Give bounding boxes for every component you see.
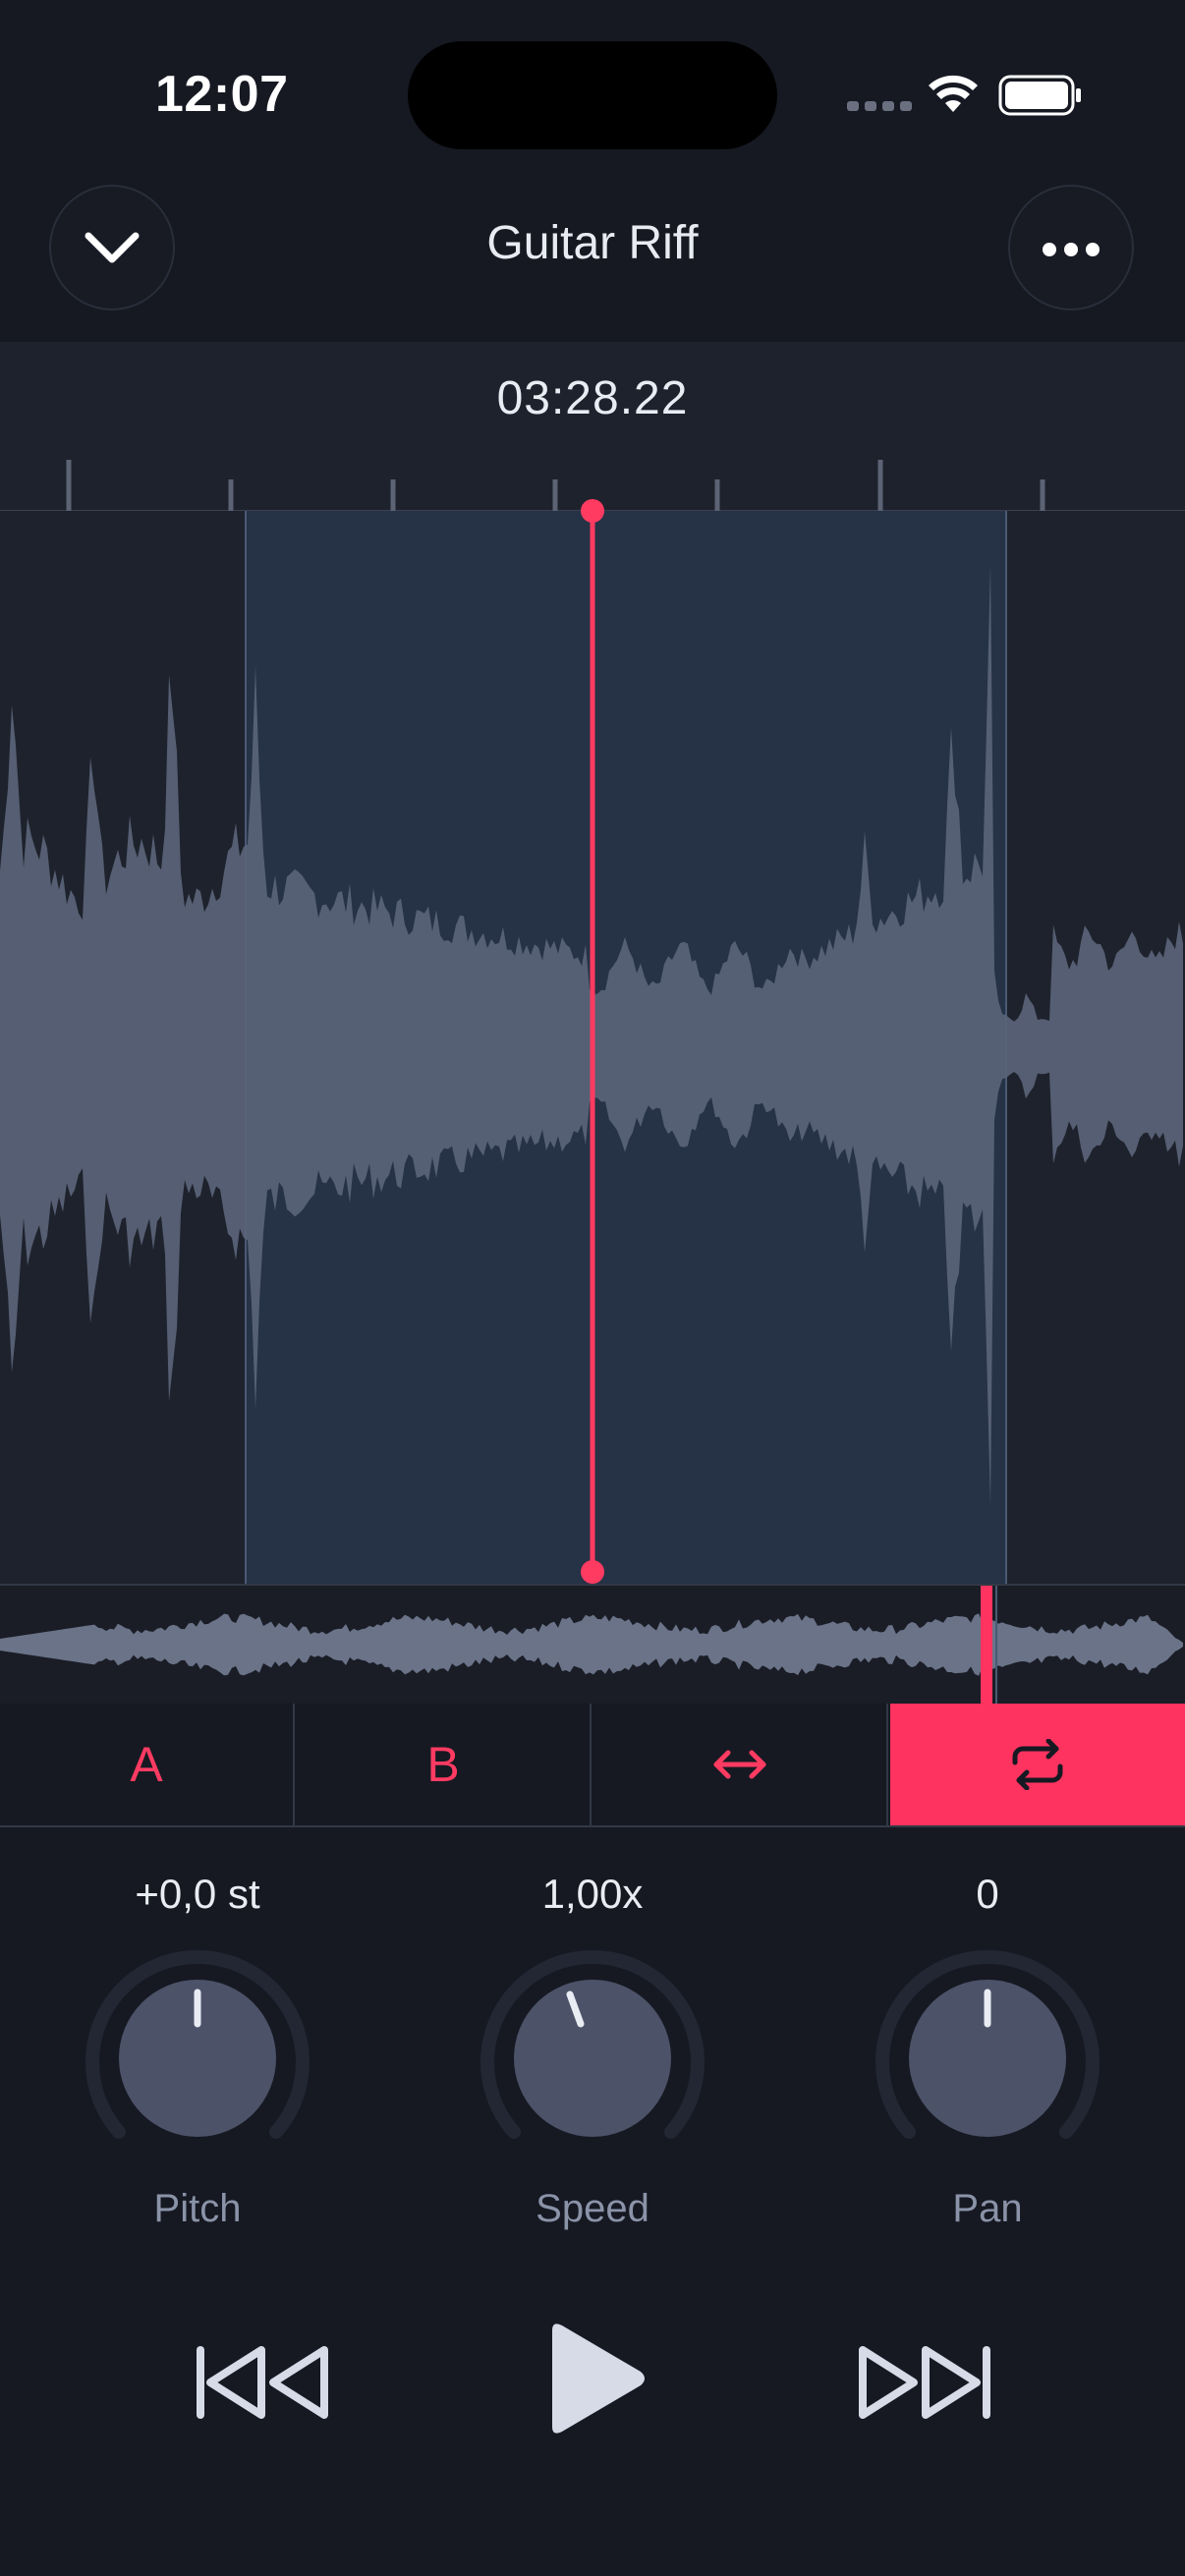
wifi-icon: [929, 75, 978, 112]
overview-playhead: [981, 1586, 992, 1704]
dynamic-island: [408, 41, 777, 149]
pan-value: 0: [976, 1871, 999, 1917]
skip-forward-icon: [859, 2346, 990, 2419]
play-icon: [552, 2324, 645, 2434]
ellipsis-icon: [1043, 243, 1100, 256]
playhead[interactable]: [578, 497, 607, 1590]
pitch-knob[interactable]: [85, 1945, 310, 2171]
status-time: 12:07: [155, 66, 289, 123]
swap-ab-button[interactable]: [593, 1704, 888, 1825]
more-options-button[interactable]: [1008, 185, 1134, 310]
play-button[interactable]: [546, 2321, 649, 2436]
loop-toggle-button[interactable]: [890, 1704, 1185, 1825]
playhead-timecode: 03:28.22: [496, 372, 689, 424]
skip-back-icon: [197, 2346, 328, 2419]
battery-icon: [998, 75, 1081, 116]
repeat-icon: [1012, 1739, 1063, 1790]
forward-button[interactable]: [853, 2338, 994, 2427]
waveform-overview[interactable]: [0, 1584, 1185, 1708]
rewind-button[interactable]: [193, 2338, 334, 2427]
pitch-value: +0,0 st: [135, 1871, 260, 1917]
speed-label: Speed: [536, 2187, 649, 2230]
overview-waveform: [0, 1586, 1183, 1704]
set-a-button[interactable]: A: [0, 1704, 295, 1825]
pan-knob[interactable]: [875, 1945, 1100, 2171]
pitch-label: Pitch: [153, 2187, 242, 2230]
set-a-label: A: [130, 1737, 163, 1792]
swap-horizontal-icon: [713, 1750, 766, 1779]
set-b-label: B: [426, 1737, 460, 1792]
track-title: Guitar Riff: [486, 217, 699, 269]
pan-label: Pan: [952, 2187, 1023, 2230]
ab-loop-controls: A B: [0, 1704, 1185, 1827]
speed-knob[interactable]: [480, 1945, 705, 2171]
speed-value: 1,00x: [541, 1871, 644, 1917]
set-b-button[interactable]: B: [297, 1704, 592, 1825]
